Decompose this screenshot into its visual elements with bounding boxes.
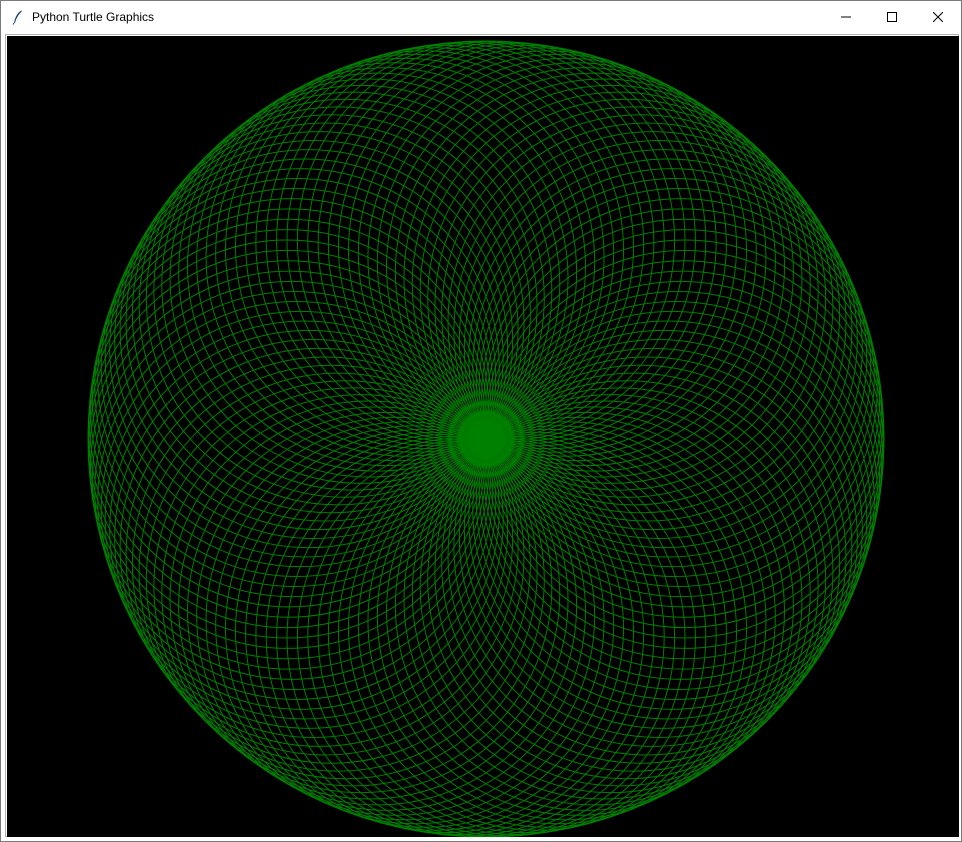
window-title: Python Turtle Graphics [32, 9, 155, 24]
close-button[interactable] [915, 1, 961, 32]
feather-icon [10, 9, 26, 25]
minimize-icon [841, 16, 851, 17]
maximize-icon [887, 11, 897, 22]
minimize-button[interactable] [823, 1, 869, 32]
maximize-button[interactable] [869, 1, 915, 32]
close-icon [933, 11, 943, 22]
circle-group [87, 40, 885, 838]
turtle-canvas[interactable] [7, 36, 959, 838]
window-controls [823, 1, 961, 32]
title-bar[interactable]: Python Turtle Graphics [1, 1, 961, 32]
spirograph-drawing [87, 40, 885, 838]
turtle-window: Python Turtle Graphics [0, 0, 962, 842]
canvas-frame [5, 34, 959, 838]
